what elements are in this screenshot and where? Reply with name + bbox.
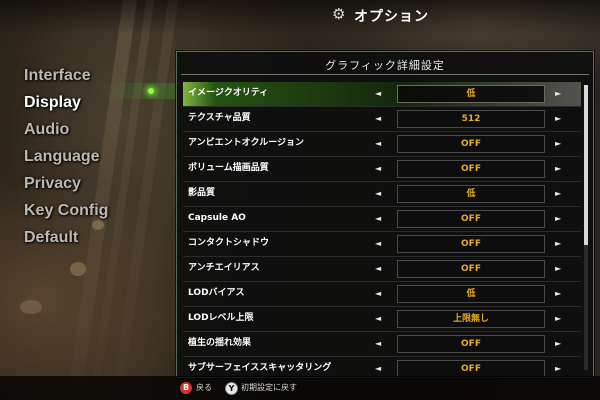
- arrow-right-icon[interactable]: ►: [555, 107, 561, 130]
- arrow-right-icon[interactable]: ►: [555, 82, 561, 105]
- setting-label: LODバイアス: [188, 288, 245, 298]
- arrow-right-icon[interactable]: ►: [555, 257, 561, 280]
- setting-row-shadow-quality[interactable]: 影品質 ◄ 低 ►: [183, 182, 581, 207]
- arrow-right-icon[interactable]: ►: [555, 157, 561, 180]
- footer-bar: B 戻る Y 初期設定に戻す: [0, 376, 600, 400]
- setting-value: 低: [397, 185, 545, 203]
- setting-label: Capsule AO: [188, 213, 246, 223]
- setting-value: OFF: [397, 335, 545, 353]
- arrow-left-icon[interactable]: ◄: [375, 82, 381, 105]
- setting-row-capsule-ao[interactable]: Capsule AO ◄ OFF ►: [183, 207, 581, 232]
- setting-label: ボリューム描画品質: [188, 163, 269, 173]
- arrow-left-icon[interactable]: ◄: [375, 157, 381, 180]
- divider: [181, 74, 589, 75]
- arrow-right-icon[interactable]: ►: [555, 282, 561, 305]
- side-menu-item-default[interactable]: Default: [24, 224, 174, 251]
- b-button-icon[interactable]: B: [180, 382, 192, 394]
- side-menu-item-audio[interactable]: Audio: [24, 116, 174, 143]
- side-menu-item-key-config[interactable]: Key Config: [24, 197, 174, 224]
- setting-row-lod-level-limit[interactable]: LODレベル上限 ◄ 上限無し ►: [183, 307, 581, 332]
- setting-label: アンビエントオクルージョン: [188, 138, 305, 148]
- setting-row-image-quality[interactable]: イメージクオリティ ◄ 低 ►: [183, 82, 581, 107]
- setting-label: テクスチャ品質: [188, 113, 251, 123]
- graphics-settings-panel: グラフィック詳細設定 イメージクオリティ ◄ 低 ► テクスチャ品質 ◄ 512…: [176, 51, 594, 382]
- scrollbar[interactable]: [584, 85, 588, 370]
- arrow-left-icon[interactable]: ◄: [375, 107, 381, 130]
- setting-value: 低: [397, 285, 545, 303]
- y-button-icon[interactable]: Y: [225, 382, 238, 395]
- panel-title: グラフィック詳細設定: [325, 59, 445, 72]
- setting-label: コンタクトシャドウ: [188, 238, 270, 248]
- setting-row-contact-shadow[interactable]: コンタクトシャドウ ◄ OFF ►: [183, 232, 581, 257]
- setting-value: 上限無し: [397, 310, 545, 328]
- arrow-left-icon[interactable]: ◄: [375, 232, 381, 255]
- setting-row-anti-aliasing[interactable]: アンチエイリアス ◄ OFF ►: [183, 257, 581, 282]
- back-button-label[interactable]: 戻る: [196, 381, 212, 395]
- setting-row-volume-rendering[interactable]: ボリューム描画品質 ◄ OFF ►: [183, 157, 581, 182]
- arrow-left-icon[interactable]: ◄: [375, 207, 381, 230]
- setting-value: OFF: [397, 260, 545, 278]
- arrow-left-icon[interactable]: ◄: [375, 257, 381, 280]
- setting-value: OFF: [397, 235, 545, 253]
- side-menu-item-language[interactable]: Language: [24, 143, 174, 170]
- reset-defaults-label[interactable]: 初期設定に戻す: [241, 381, 297, 395]
- setting-row-vegetation-sway[interactable]: 植生の揺れ効果 ◄ OFF ►: [183, 332, 581, 357]
- arrow-left-icon[interactable]: ◄: [375, 132, 381, 155]
- setting-label: 影品質: [188, 188, 216, 198]
- selection-indicator-dot: [148, 88, 154, 94]
- arrow-right-icon[interactable]: ►: [555, 332, 561, 355]
- side-menu-item-privacy[interactable]: Privacy: [24, 170, 174, 197]
- arrow-right-icon[interactable]: ►: [555, 307, 561, 330]
- page-title: オプション: [354, 9, 429, 25]
- scrollbar-thumb[interactable]: [584, 85, 588, 245]
- background-decoration: [20, 300, 42, 314]
- arrow-left-icon[interactable]: ◄: [375, 307, 381, 330]
- setting-label: LODレベル上限: [188, 313, 254, 323]
- gear-icon: ⚙: [332, 5, 346, 23]
- arrow-left-icon[interactable]: ◄: [375, 182, 381, 205]
- setting-label: 植生の揺れ効果: [188, 338, 252, 348]
- header-bar: ⚙ オプション: [0, 0, 600, 34]
- arrow-right-icon[interactable]: ►: [555, 232, 561, 255]
- setting-row-texture-quality[interactable]: テクスチャ品質 ◄ 512 ►: [183, 107, 581, 132]
- setting-value: 低: [397, 85, 545, 103]
- arrow-right-icon[interactable]: ►: [555, 132, 561, 155]
- setting-label: イメージクオリティ: [188, 88, 269, 98]
- side-menu-item-interface[interactable]: Interface: [24, 62, 174, 89]
- setting-value: OFF: [397, 160, 545, 178]
- settings-list: イメージクオリティ ◄ 低 ► テクスチャ品質 ◄ 512 ► アンビエントオク…: [183, 82, 581, 382]
- arrow-right-icon[interactable]: ►: [555, 207, 561, 230]
- setting-row-lod-bias[interactable]: LODバイアス ◄ 低 ►: [183, 282, 581, 307]
- setting-row-ambient-occlusion[interactable]: アンビエントオクルージョン ◄ OFF ►: [183, 132, 581, 157]
- arrow-left-icon[interactable]: ◄: [375, 282, 381, 305]
- arrow-right-icon[interactable]: ►: [555, 182, 561, 205]
- background-decoration: [70, 262, 86, 276]
- setting-value: 512: [397, 110, 545, 128]
- setting-value: OFF: [397, 135, 545, 153]
- setting-label: アンチエイリアス: [188, 263, 260, 273]
- arrow-left-icon[interactable]: ◄: [375, 332, 381, 355]
- setting-value: OFF: [397, 210, 545, 228]
